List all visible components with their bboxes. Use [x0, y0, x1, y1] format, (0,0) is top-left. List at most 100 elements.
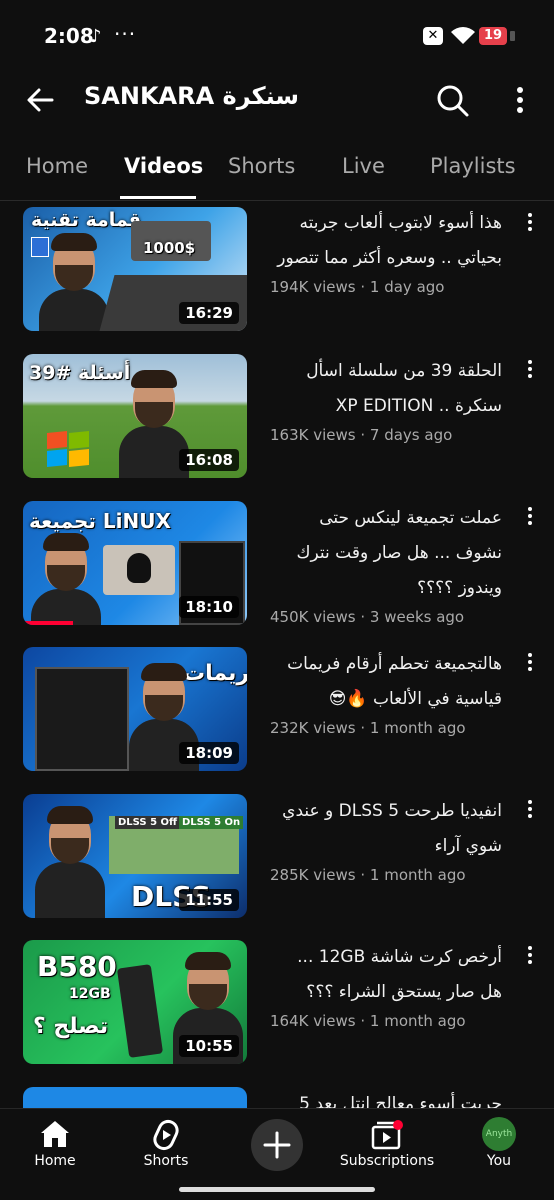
status-bar: 2:08 ♪ ··· ✕ 19 [0, 0, 554, 70]
thumbnail-question: تصلح ؟ [33, 1014, 109, 1039]
thumbnail-person [31, 531, 101, 625]
video-meta: 164K views · 1 month ago [270, 1012, 466, 1030]
nav-subscriptions[interactable]: Subscriptions [337, 1109, 437, 1189]
video-title[interactable]: عملت تجميعة لينكس حتى نشوف ... هل صار وق… [270, 501, 502, 606]
gpu-graphic [116, 964, 164, 1058]
video-info: هذا أسوء لابتوب ألعاب جربته بحياتي .. وس… [270, 207, 502, 296]
gesture-home-bar[interactable] [179, 1187, 375, 1192]
video-info: عملت تجميعة لينكس حتى نشوف ... هل صار وق… [270, 501, 502, 626]
tiktok-icon: ♪ [90, 26, 102, 47]
video-title[interactable]: هالتجميعة تحطم أرقام فريمات قياسية في ال… [270, 647, 502, 717]
tab-playlists[interactable]: Playlists [430, 154, 516, 178]
tab-home[interactable]: Home [26, 154, 88, 178]
video-menu-icon[interactable] [524, 358, 536, 382]
video-age: 3 weeks ago [369, 608, 465, 626]
video-views: 232K views [270, 719, 356, 737]
nav-home-label: Home [34, 1153, 76, 1169]
video-info: الحلقة 39 من سلسلة اسأل سنكرة .. XP EDIT… [270, 354, 502, 444]
video-title[interactable]: جربت أسوء معالج انتل بعد 5 [270, 1087, 502, 1108]
nav-subscriptions-label: Subscriptions [339, 1153, 435, 1169]
thumbnail-text: B580 [37, 950, 117, 983]
video-thumbnail[interactable]: قمامة تقنية 1000$ 16:29 [23, 207, 247, 331]
video-thumbnail[interactable]: ملك الفريمات 18:09 [23, 647, 247, 771]
nav-you[interactable]: Anyth You [449, 1109, 549, 1189]
video-info: أرخص كرت شاشة 12GB ... هل صار يستحق الشر… [270, 940, 502, 1030]
create-button[interactable] [251, 1119, 303, 1171]
video-menu-icon[interactable] [524, 798, 536, 822]
more-options-icon[interactable] [508, 84, 532, 116]
video-title[interactable]: أرخص كرت شاشة 12GB ... هل صار يستحق الشر… [270, 940, 502, 1010]
channel-tabs: Home Videos Shorts Live Playlists [0, 140, 554, 201]
penguin-icon [127, 553, 151, 583]
pc-case-graphic [35, 667, 129, 771]
video-title[interactable]: انفيديا طرحت DLSS 5 و عندي شوي آراء [270, 794, 502, 864]
subscriptions-icon [371, 1120, 403, 1150]
video-title[interactable]: الحلقة 39 من سلسلة اسأل سنكرة .. XP EDIT… [270, 354, 502, 424]
video-item[interactable]: قمامة تقنية 1000$ 16:29 هذا أسوء لابتوب … [0, 207, 554, 347]
video-views: 285K views [270, 866, 356, 884]
home-icon [41, 1121, 69, 1147]
video-thumbnail[interactable] [23, 1087, 247, 1108]
video-item[interactable]: جربت أسوء معالج انتل بعد 5 [0, 1087, 554, 1108]
video-meta: 450K views · 3 weeks ago [270, 608, 465, 626]
tab-videos[interactable]: Videos [124, 154, 203, 178]
video-age: 1 month ago [369, 1012, 466, 1030]
video-menu-icon[interactable] [524, 651, 536, 675]
battery-level: 19 [483, 28, 503, 43]
video-duration: 18:09 [179, 742, 239, 764]
video-age: 1 day ago [369, 278, 445, 296]
video-age: 7 days ago [369, 426, 453, 444]
app-bar: SANKARA سنكرة [0, 70, 554, 130]
dlss-on-label: DLSS 5 On [179, 816, 244, 829]
video-item[interactable]: B580 12GB تصلح ؟ 10:55 أرخص كرت شاشة 12G… [0, 940, 554, 1080]
video-duration: 11:55 [179, 889, 239, 911]
video-info: انفيديا طرحت DLSS 5 و عندي شوي آراء 285K… [270, 794, 502, 884]
video-item[interactable]: ملك الفريمات 18:09 هالتجميعة تحطم أرقام … [0, 647, 554, 787]
nav-you-label: You [486, 1153, 512, 1169]
video-duration: 16:29 [179, 302, 239, 324]
video-thumbnail[interactable]: أسئلة #39 16:08 [23, 354, 247, 478]
video-duration: 16:08 [179, 449, 239, 471]
nav-shorts[interactable]: Shorts [116, 1109, 216, 1189]
thumbnail-text: أسئلة #39 [29, 362, 131, 384]
wifi-icon [451, 27, 475, 44]
thumbnail-person [39, 231, 109, 331]
video-age: 1 month ago [369, 866, 466, 884]
video-item[interactable]: أسئلة #39 16:08 الحلقة 39 من سلسلة اسأل … [0, 354, 554, 494]
video-item[interactable]: DLSS 5 Off DLSS 5 On DLSS 11:55 انفيديا … [0, 794, 554, 934]
channel-title: SANKARA سنكرة [84, 82, 299, 110]
video-menu-icon[interactable] [524, 944, 536, 968]
video-duration: 10:55 [179, 1035, 239, 1057]
video-item[interactable]: تجميعة LiNUX 18:10 عملت تجميعة لينكس حتى… [0, 501, 554, 641]
search-icon[interactable] [434, 82, 472, 120]
x-notification-icon: ✕ [423, 27, 443, 45]
avatar: Anyth [482, 1117, 516, 1151]
video-thumbnail[interactable]: تجميعة LiNUX 18:10 [23, 501, 247, 625]
tab-shorts[interactable]: Shorts [228, 154, 295, 178]
thumbnail-text: تجميعة LiNUX [29, 509, 171, 533]
back-arrow-icon[interactable] [22, 82, 58, 118]
video-thumbnail[interactable]: B580 12GB تصلح ؟ 10:55 [23, 940, 247, 1064]
thumbnail-text: قمامة تقنية [31, 209, 142, 231]
shorts-icon [153, 1119, 179, 1151]
tab-live[interactable]: Live [342, 154, 385, 178]
thumbnail-person [35, 804, 105, 918]
more-notifications-icon: ··· [114, 22, 137, 46]
video-info: هالتجميعة تحطم أرقام فريمات قياسية في ال… [270, 647, 502, 737]
dlss-off-label: DLSS 5 Off [115, 816, 181, 829]
video-menu-icon[interactable] [524, 211, 536, 235]
video-age: 1 month ago [369, 719, 466, 737]
video-thumbnail[interactable]: DLSS 5 Off DLSS 5 On DLSS 11:55 [23, 794, 247, 918]
video-meta: 232K views · 1 month ago [270, 719, 466, 737]
thumbnail-price: 1000$ [143, 239, 196, 257]
video-duration: 18:10 [179, 596, 239, 618]
video-views: 194K views [270, 278, 356, 296]
video-info: جربت أسوء معالج انتل بعد 5 [270, 1087, 502, 1108]
video-title[interactable]: هذا أسوء لابتوب ألعاب جربته بحياتي .. وس… [270, 206, 502, 276]
video-meta: 194K views · 1 day ago [270, 278, 445, 296]
plus-icon [263, 1131, 291, 1159]
nav-home[interactable]: Home [5, 1109, 105, 1189]
video-meta: 285K views · 1 month ago [270, 866, 466, 884]
status-time: 2:08 [44, 24, 94, 48]
video-menu-icon[interactable] [524, 505, 536, 529]
